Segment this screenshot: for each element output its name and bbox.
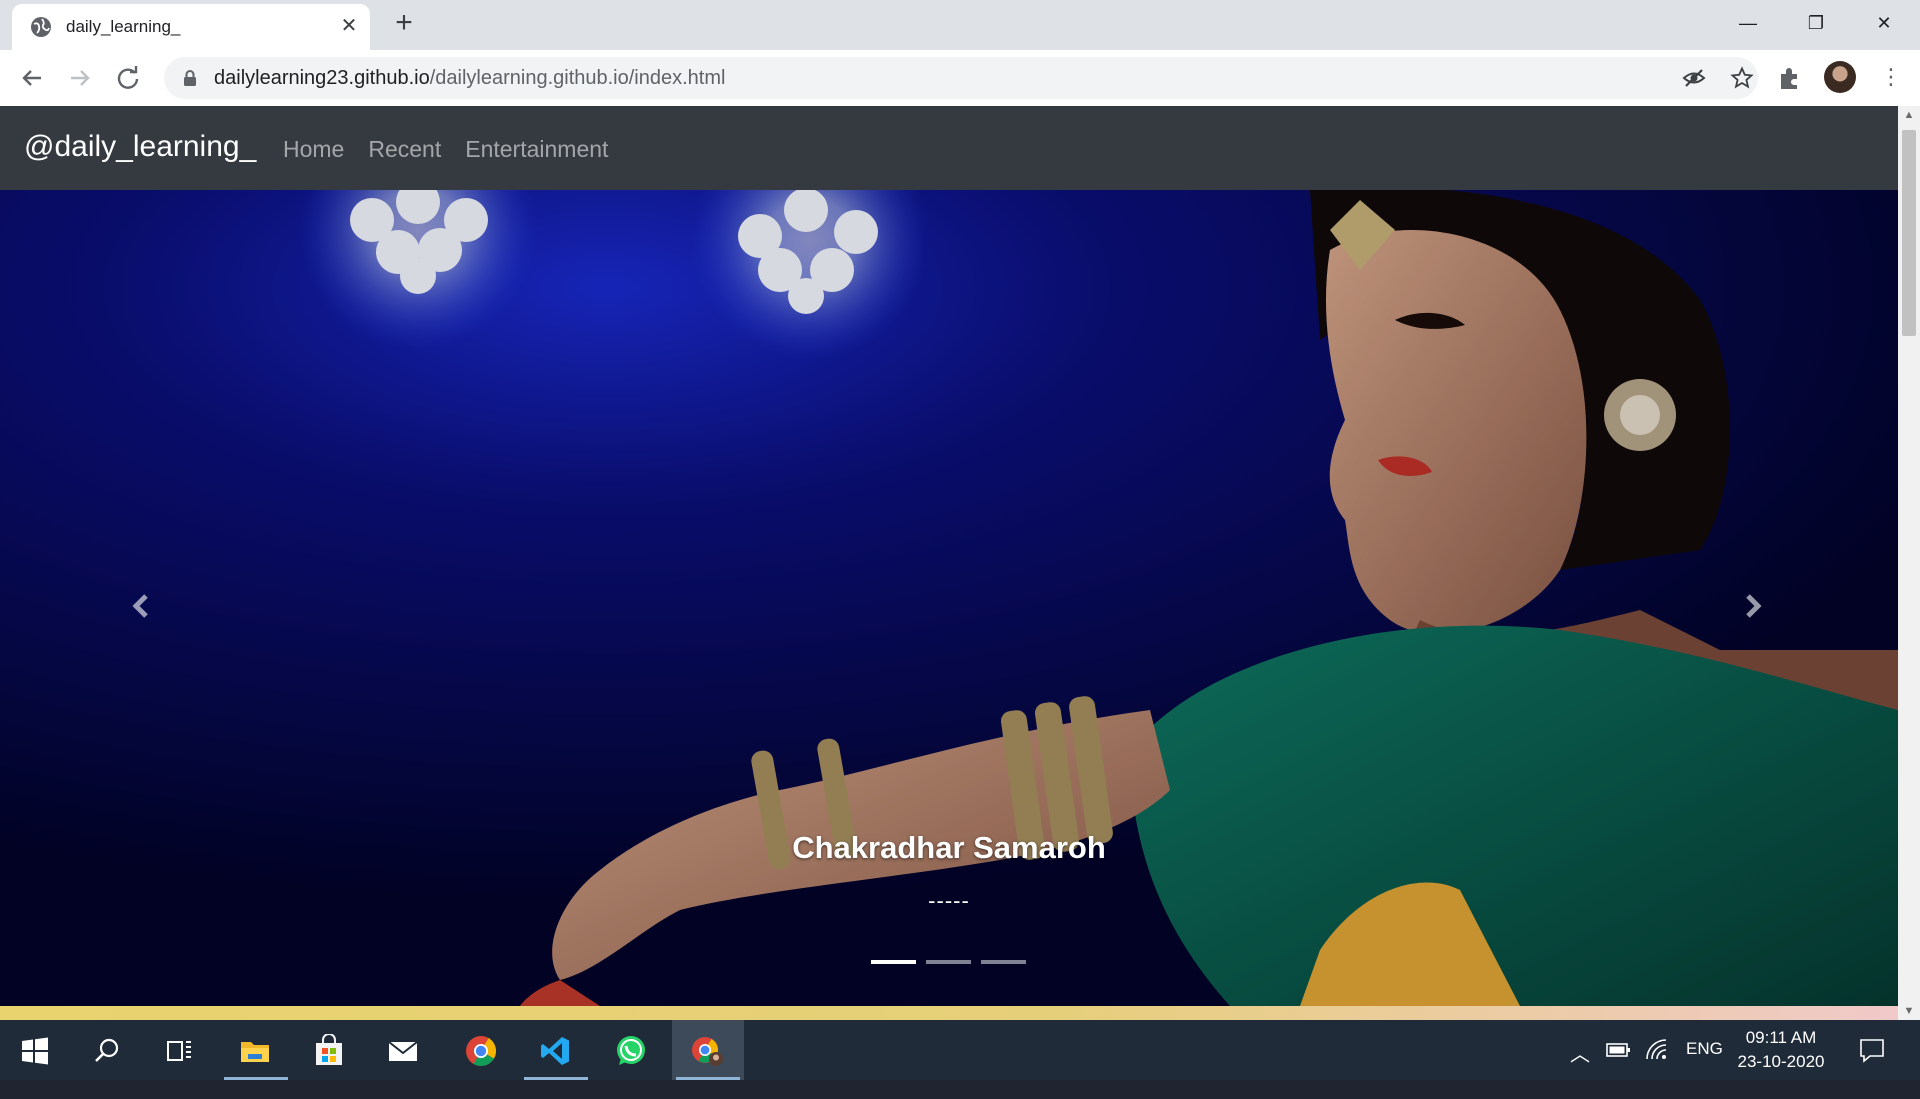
address-bar[interactable]: dailylearning23.github.io/dailylearning.… [164, 57, 1758, 99]
taskbar-store[interactable] [294, 1020, 366, 1080]
start-button[interactable] [0, 1020, 72, 1080]
mail-icon [388, 1041, 418, 1061]
back-arrow-icon[interactable] [16, 62, 48, 94]
taskbar-vscode[interactable] [520, 1020, 592, 1080]
carousel-indicators [871, 960, 1026, 964]
tab-strip: daily_learning_ ✕ + — ❐ ✕ [0, 0, 1920, 50]
notification-center-icon[interactable] [1858, 1036, 1886, 1064]
scroll-down-arrow-icon[interactable]: ▼ [1898, 1002, 1920, 1020]
taskbar-clock[interactable]: 09:11 AM 23-10-2020 [1726, 1026, 1836, 1074]
url-path: /dailylearning.github.io/index.html [429, 67, 726, 89]
site-brand[interactable]: @daily_learning_ [24, 130, 256, 164]
store-icon [316, 1034, 342, 1065]
next-section-strip [0, 1006, 1898, 1020]
nav-link-home[interactable]: Home [283, 136, 344, 163]
taskbar-search[interactable] [72, 1020, 144, 1080]
tray-overflow-chevron-icon[interactable]: ︿ [1570, 1038, 1590, 1098]
url-host: dailylearning23.github.io [214, 67, 430, 89]
task-view-icon [167, 1041, 191, 1061]
clock-time: 09:11 AM [1745, 1028, 1817, 1047]
whatsapp-icon [617, 1036, 645, 1065]
hero-carousel: Chakradhar Samaroh ----- [0, 190, 1898, 1006]
windows-taskbar: ︿ ENG 09:11 AM 23-10-2020 [0, 1020, 1920, 1080]
windows-start-icon [22, 1037, 48, 1065]
vscode-icon [541, 1037, 569, 1065]
site-navbar: @daily_learning_ Home Recent Entertainme… [0, 106, 1898, 190]
chrome-icon [466, 1036, 496, 1067]
wifi-icon[interactable] [1644, 1037, 1670, 1063]
eye-off-icon[interactable] [1682, 66, 1706, 90]
menu-kebab-icon[interactable]: ⋮ [1880, 62, 1902, 94]
tab-title: daily_learning_ [66, 17, 181, 36]
star-icon[interactable] [1730, 66, 1754, 90]
reload-icon[interactable] [112, 62, 144, 94]
extensions-icon[interactable] [1776, 64, 1804, 92]
browser-tab[interactable]: daily_learning_ ✕ [12, 4, 370, 50]
battery-icon[interactable] [1606, 1040, 1632, 1060]
scroll-up-arrow-icon[interactable]: ▲ [1898, 106, 1920, 124]
taskbar-mail[interactable] [368, 1020, 440, 1080]
page-viewport: @daily_learning_ Home Recent Entertainme… [0, 106, 1898, 1020]
taskbar-file-explorer[interactable] [220, 1020, 292, 1080]
taskbar-chrome-profile[interactable] [672, 1020, 744, 1080]
nav-link-recent[interactable]: Recent [368, 136, 441, 163]
lock-icon[interactable] [182, 69, 198, 87]
carousel-caption-subtitle: ----- [928, 888, 970, 913]
globe-icon [31, 17, 51, 37]
nav-link-entertainment[interactable]: Entertainment [465, 136, 608, 163]
file-explorer-icon [241, 1042, 269, 1062]
carousel-slide-image [0, 190, 1898, 1006]
task-view-button[interactable] [144, 1020, 216, 1080]
window-close-button[interactable]: ✕ [1854, 6, 1914, 40]
browser-toolbar: dailylearning23.github.io/dailylearning.… [0, 50, 1920, 106]
browser-chrome: daily_learning_ ✕ + — ❐ ✕ dailylearning2… [0, 0, 1920, 106]
page-scrollbar[interactable]: ▲ ▼ [1898, 106, 1920, 1020]
carousel-prev-button[interactable] [122, 586, 162, 626]
carousel-next-button[interactable] [1732, 586, 1772, 626]
taskbar-chrome[interactable] [446, 1020, 518, 1080]
profile-avatar[interactable] [1824, 61, 1856, 93]
forward-arrow-icon[interactable] [64, 62, 96, 94]
carousel-indicator-3[interactable] [981, 960, 1026, 964]
carousel-indicator-2[interactable] [926, 960, 971, 964]
scrollbar-thumb[interactable] [1902, 130, 1916, 336]
chrome-profile-icon [692, 1037, 723, 1066]
close-icon[interactable]: ✕ [338, 15, 360, 37]
new-tab-button[interactable]: + [390, 8, 418, 38]
carousel-caption-title: Chakradhar Samaroh [792, 830, 1106, 865]
minimize-button[interactable]: — [1718, 6, 1778, 40]
tray-language[interactable]: ENG [1686, 1039, 1723, 1099]
nav-links: Home Recent Entertainment [283, 136, 608, 163]
restore-button[interactable]: ❐ [1786, 6, 1846, 40]
search-icon [95, 1038, 119, 1062]
clock-date: 23-10-2020 [1737, 1052, 1825, 1071]
taskbar-whatsapp[interactable] [596, 1020, 668, 1080]
carousel-indicator-1[interactable] [871, 960, 916, 964]
url-text: dailylearning23.github.io/dailylearning.… [214, 67, 725, 90]
